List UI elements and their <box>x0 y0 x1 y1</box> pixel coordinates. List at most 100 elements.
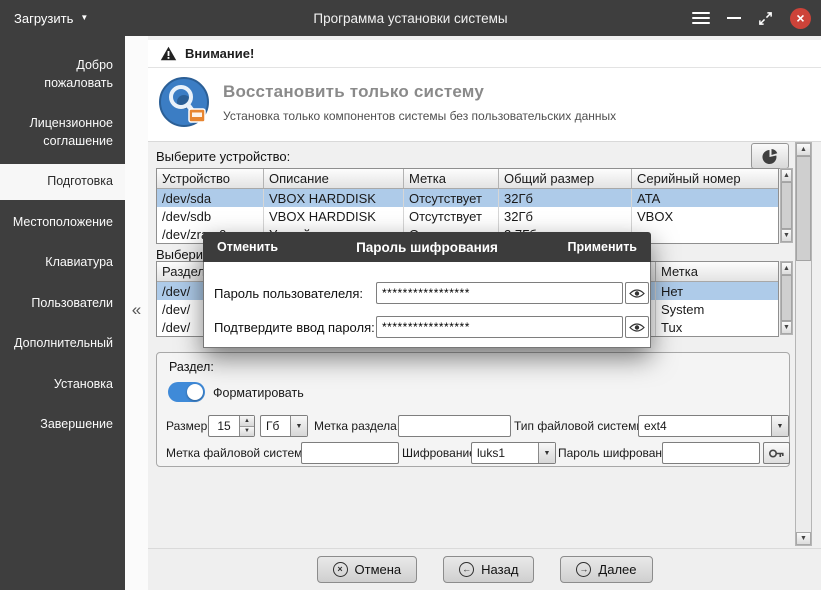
stepper-up-icon[interactable]: ▲ <box>240 416 254 427</box>
content-scrollbar: ▲ ▼ <box>795 142 812 546</box>
dialog-apply-button[interactable]: Применить <box>567 240 637 254</box>
next-arrow-icon: → <box>576 562 591 577</box>
chevron-down-icon: ▼ <box>290 416 307 436</box>
column-header-size[interactable]: Общий размер <box>499 169 632 188</box>
back-button-label: Назад <box>481 562 518 577</box>
scroll-up-icon[interactable]: ▲ <box>781 169 792 182</box>
close-button[interactable]: × <box>790 8 811 29</box>
scrollbar-thumb[interactable] <box>781 182 792 229</box>
size-unit-select[interactable]: Гб ▼ <box>260 415 308 437</box>
menu-icon[interactable] <box>692 12 710 24</box>
key-button[interactable] <box>763 442 790 464</box>
fs-type-select[interactable]: ext4 ▼ <box>638 415 789 437</box>
confirm-password-input[interactable] <box>376 316 623 338</box>
restore-system-icon <box>158 76 210 128</box>
sidebar-item-additional[interactable]: Дополнительный <box>0 326 125 362</box>
sidebar-item-preparation[interactable]: Подготовка <box>0 164 125 200</box>
partition-label-input[interactable] <box>398 415 511 437</box>
partition-label-label: Метка раздела: <box>314 419 400 433</box>
cell: ATA <box>632 189 778 207</box>
scroll-up-icon[interactable]: ▲ <box>781 262 792 275</box>
device-table-scrollbar: ▲ ▼ <box>780 168 793 243</box>
page-title: Восстановить только систему <box>223 82 616 102</box>
column-header-description[interactable]: Описание <box>264 169 404 188</box>
stepper-down-icon[interactable]: ▼ <box>240 427 254 437</box>
sidebar-item-welcome[interactable]: Добро пожаловать <box>0 48 125 101</box>
scrollbar-thumb[interactable] <box>796 156 811 261</box>
confirm-password-label: Подтвердите ввод пароля: <box>214 320 375 335</box>
group-label: Раздел: <box>169 360 214 374</box>
sidebar-item-license[interactable]: Лицензионное соглашение <box>0 106 125 159</box>
device-section-label: Выберите устройство: <box>156 149 290 164</box>
chevron-down-icon: ▼ <box>771 416 788 436</box>
column-header-device[interactable]: Устройство <box>157 169 264 188</box>
pie-chart-icon <box>761 147 779 165</box>
encryption-select[interactable]: luks1 ▼ <box>471 442 556 464</box>
cell: 32Гб <box>499 189 632 207</box>
maximize-button[interactable] <box>758 11 773 26</box>
fs-type-value: ext4 <box>639 416 771 436</box>
format-toggle-label: Форматировать <box>213 386 304 400</box>
dialog-body: Пароль пользователеля: Подтвердите ввод … <box>203 262 651 348</box>
scroll-down-icon[interactable]: ▼ <box>796 532 811 545</box>
cell: VBOX <box>632 207 778 225</box>
scrollbar-thumb[interactable] <box>781 275 792 321</box>
column-header-label[interactable]: Метка <box>404 169 499 188</box>
sidebar-item-keyboard[interactable]: Клавиатура <box>0 245 125 281</box>
next-button[interactable]: → Далее <box>560 556 652 583</box>
installer-window: Загрузить ▼ Программа установки системы … <box>0 0 821 590</box>
column-header-serial[interactable]: Серийный номер <box>632 169 778 188</box>
cell: VBOX HARDDISK <box>264 207 404 225</box>
dialog-titlebar: Отменить Пароль шифрования Применить <box>203 232 651 262</box>
dialog-cancel-button[interactable]: Отменить <box>217 240 278 254</box>
scroll-down-icon[interactable]: ▼ <box>781 321 792 334</box>
sidebar-item-installation[interactable]: Установка <box>0 367 125 403</box>
back-button[interactable]: ← Назад <box>443 556 534 583</box>
encryption-value: luks1 <box>472 443 538 463</box>
page-header: Внимание! Восстановить только систему Ус… <box>148 40 821 142</box>
cancel-icon: × <box>333 562 348 577</box>
load-button-label: Загрузить <box>14 11 73 26</box>
enc-password-input[interactable] <box>662 442 760 464</box>
minimize-button[interactable] <box>727 8 741 28</box>
scroll-down-icon[interactable]: ▼ <box>781 229 792 242</box>
show-password-button[interactable] <box>625 282 649 304</box>
toggle-knob <box>187 384 203 400</box>
cell: 32Гб <box>499 207 632 225</box>
sidebar-item-users[interactable]: Пользователи <box>0 286 125 322</box>
warning-label: Внимание! <box>185 46 254 61</box>
table-row[interactable]: /dev/sda VBOX HARDDISK Отсутствует 32Гб … <box>157 189 778 207</box>
size-value: 15 <box>209 416 239 436</box>
key-icon <box>768 446 785 461</box>
size-stepper[interactable]: 15 ▲ ▼ <box>208 415 255 437</box>
show-confirm-password-button[interactable] <box>625 316 649 338</box>
sidebar-item-finish[interactable]: Завершение <box>0 407 125 443</box>
size-unit-value: Гб <box>261 416 290 436</box>
expand-icon <box>758 11 773 26</box>
titlebar: Загрузить ▼ Программа установки системы … <box>0 0 821 36</box>
step-header-text: Восстановить только систему Установка то… <box>223 82 616 123</box>
window-controls: × <box>692 0 811 36</box>
enc-password-label: Пароль шифрования: <box>558 446 679 460</box>
scroll-up-icon[interactable]: ▲ <box>796 143 811 156</box>
column-header-label[interactable]: Метка <box>656 262 778 281</box>
cell: Отсутствует <box>404 207 499 225</box>
encryption-label: Шифрование: <box>402 446 479 460</box>
fs-label-label: Метка файловой системы: <box>166 446 314 460</box>
load-button[interactable]: Загрузить ▼ <box>0 0 102 36</box>
sidebar-item-location[interactable]: Местоположение <box>0 205 125 241</box>
device-table-header: Устройство Описание Метка Общий размер С… <box>157 169 778 189</box>
warning-icon <box>160 46 177 61</box>
format-toggle[interactable] <box>168 382 205 402</box>
pie-chart-button[interactable] <box>751 143 789 169</box>
password-label: Пароль пользователеля: <box>214 286 363 301</box>
fs-label-input[interactable] <box>301 442 399 464</box>
next-button-label: Далее <box>598 562 636 577</box>
back-arrow-icon: ← <box>459 562 474 577</box>
table-row[interactable]: /dev/sdb VBOX HARDDISK Отсутствует 32Гб … <box>157 207 778 225</box>
cancel-button[interactable]: × Отмена <box>317 556 418 583</box>
chevron-down-icon: ▼ <box>538 443 555 463</box>
cell: System <box>656 300 778 318</box>
sidebar-collapse-button[interactable]: « <box>125 300 148 320</box>
password-input[interactable] <box>376 282 623 304</box>
